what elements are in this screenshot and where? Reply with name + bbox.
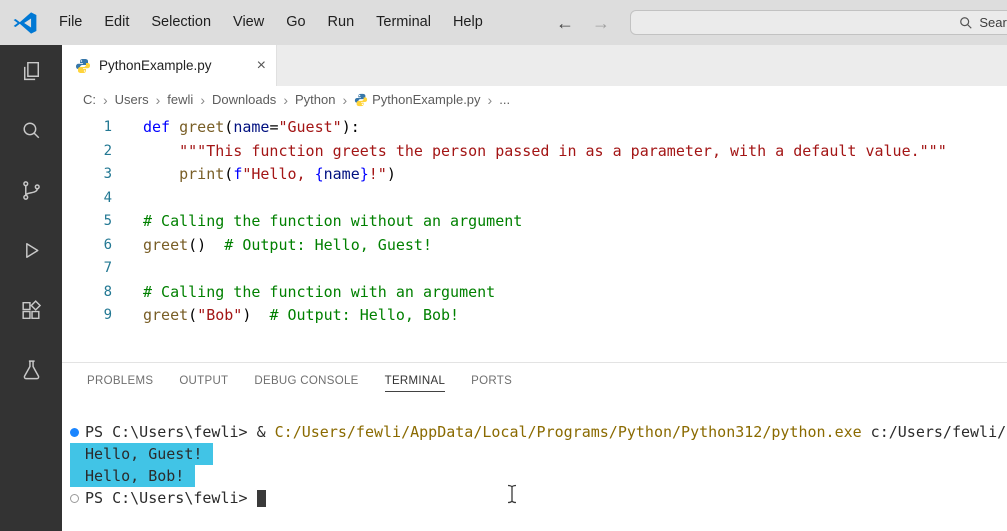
menu-bar: File Edit Selection View Go Run Terminal Help — [48, 0, 494, 45]
history-navigation: ← → — [556, 0, 610, 45]
line-number[interactable]: 9 — [62, 304, 112, 328]
search-placeholder: Search — [979, 15, 1007, 30]
activity-bar — [0, 45, 62, 531]
tab-pythonexample-py[interactable]: PythonExample.py × — [62, 45, 277, 86]
line-number[interactable]: 4 — [62, 187, 112, 211]
menu-file[interactable]: File — [48, 0, 93, 45]
command-decoration-dot[interactable] — [70, 427, 79, 437]
breadcrumb-item-fewli[interactable]: fewli — [167, 92, 193, 107]
code-area[interactable]: 1 def greet(name="Guest"): 2 """This funct… — [62, 113, 1007, 328]
terminal-cursor — [256, 490, 266, 507]
menu-selection[interactable]: Selection — [140, 0, 222, 45]
search-box[interactable]: Search — [630, 10, 1007, 35]
code-line-6[interactable]: 6 greet() # Output: Hello, Guest! — [62, 234, 1007, 258]
title-bar: File Edit Selection View Go Run Terminal Help ←… — [0, 0, 1007, 45]
line-number[interactable]: 1 — [62, 116, 112, 140]
breadcrumb: C: › Users › fewli › Downloads › Python › PythonE… — [62, 86, 1007, 113]
panel-tab-terminal[interactable]: TERMINAL — [372, 363, 459, 403]
chevron-right-icon: › — [342, 91, 348, 108]
selected-terminal-text: Hello, Bob! — [70, 465, 196, 487]
run-debug-icon[interactable] — [19, 238, 44, 263]
menu-help[interactable]: Help — [442, 0, 494, 45]
close-icon[interactable]: × — [257, 57, 266, 74]
breadcrumb-item-users[interactable]: Users — [115, 92, 149, 107]
code-line-4[interactable]: 4 — [62, 187, 1007, 211]
chevron-right-icon: › — [283, 91, 288, 108]
editor-group: PythonExample.py × C: › Users › fewli › Downlo… — [62, 45, 1007, 531]
panel-tab-problems[interactable]: PROBLEMS — [74, 363, 166, 403]
code-line-content[interactable]: greet("Bob") # Output: Hello, Bob! — [143, 304, 459, 328]
forward-arrow-icon[interactable]: → — [592, 14, 610, 32]
code-line-content[interactable]: # Calling the function without an argume… — [143, 210, 522, 234]
terminal-line[interactable]: Hello, Guest! — [62, 443, 1007, 465]
bottom-panel: PROBLEMS OUTPUT DEBUG CONSOLE TERMINAL PORTS… — [62, 362, 1007, 531]
panel-tab-output[interactable]: OUTPUT — [166, 363, 241, 403]
back-arrow-icon[interactable]: ← — [556, 14, 574, 32]
extensions-icon[interactable] — [19, 298, 44, 323]
search-icon[interactable] — [19, 118, 44, 143]
menu-view[interactable]: View — [222, 0, 275, 45]
code-line-7[interactable]: 7 — [62, 257, 1007, 281]
breadcrumb-item-downloads[interactable]: Downloads — [212, 92, 276, 107]
line-number[interactable]: 5 — [62, 210, 112, 234]
breadcrumb-item-more[interactable]: ... — [499, 92, 510, 107]
code-line-content[interactable]: def greet(name="Guest"): — [143, 116, 360, 140]
line-number[interactable]: 7 — [62, 257, 112, 281]
testing-icon[interactable] — [19, 358, 44, 383]
files-icon[interactable] — [19, 58, 44, 83]
source-control-icon[interactable] — [19, 178, 44, 203]
code-line-content[interactable]: print(f"Hello, {name}!") — [143, 163, 396, 187]
panel-tabs: PROBLEMS OUTPUT DEBUG CONSOLE TERMINAL PORTS — [62, 363, 1007, 403]
breadcrumb-item-python[interactable]: Python — [295, 92, 335, 107]
menu-terminal[interactable]: Terminal — [365, 0, 442, 45]
line-number[interactable]: 2 — [62, 140, 112, 164]
line-number[interactable]: 3 — [62, 163, 112, 187]
panel-tab-debug-console[interactable]: DEBUG CONSOLE — [241, 363, 371, 403]
code-line-1[interactable]: 1 def greet(name="Guest"): — [62, 116, 1007, 140]
command-decoration-ring[interactable] — [70, 493, 79, 503]
menu-edit[interactable]: Edit — [93, 0, 140, 45]
line-number[interactable]: 8 — [62, 281, 112, 305]
code-line-8[interactable]: 8 # Calling the function with an argument — [62, 281, 1007, 305]
terminal-line[interactable]: PS C:\Users\fewli> & C:/Users/fewli/AppD… — [62, 421, 1007, 443]
code-line-content[interactable]: """This function greets the person passe… — [143, 140, 947, 164]
chevron-right-icon: › — [103, 91, 108, 108]
breadcrumb-item-pythonexamplepy[interactable]: PythonExample.py — [354, 92, 481, 107]
code-line-content[interactable]: greet() # Output: Hello, Guest! — [143, 234, 432, 258]
tab-bar: PythonExample.py × — [62, 45, 1007, 86]
tab-label: PythonExample.py — [99, 58, 212, 73]
mouse-cursor-ibeam — [507, 484, 517, 504]
chevron-right-icon: › — [200, 91, 205, 108]
code-line-9[interactable]: 9 greet("Bob") # Output: Hello, Bob! — [62, 304, 1007, 328]
search-icon — [960, 16, 973, 29]
terminal-line[interactable]: PS C:\Users\fewli> — [62, 487, 1007, 509]
terminal-content[interactable]: PS C:\Users\fewli> & C:/Users/fewli/AppD… — [62, 403, 1007, 509]
panel-tab-ports[interactable]: PORTS — [458, 363, 525, 403]
menu-go[interactable]: Go — [275, 0, 316, 45]
python-icon — [75, 58, 91, 74]
line-number[interactable]: 6 — [62, 234, 112, 258]
code-line-content[interactable]: # Calling the function with an argument — [143, 281, 495, 305]
code-line-5[interactable]: 5 # Calling the function without an argum… — [62, 210, 1007, 234]
chevron-right-icon: › — [487, 91, 493, 108]
chevron-right-icon: › — [155, 91, 161, 108]
breadcrumb-item-c[interactable]: C: — [83, 92, 96, 107]
terminal-line[interactable]: Hello, Bob! — [62, 465, 1007, 487]
menu-run[interactable]: Run — [317, 0, 366, 45]
code-line-2[interactable]: 2 """This function greets the person pas… — [62, 140, 1007, 164]
selected-terminal-text: Hello, Guest! — [70, 443, 214, 465]
vscode-logo-icon — [13, 11, 37, 34]
code-line-3[interactable]: 3 print(f"Hello, {name}!") — [62, 163, 1007, 187]
